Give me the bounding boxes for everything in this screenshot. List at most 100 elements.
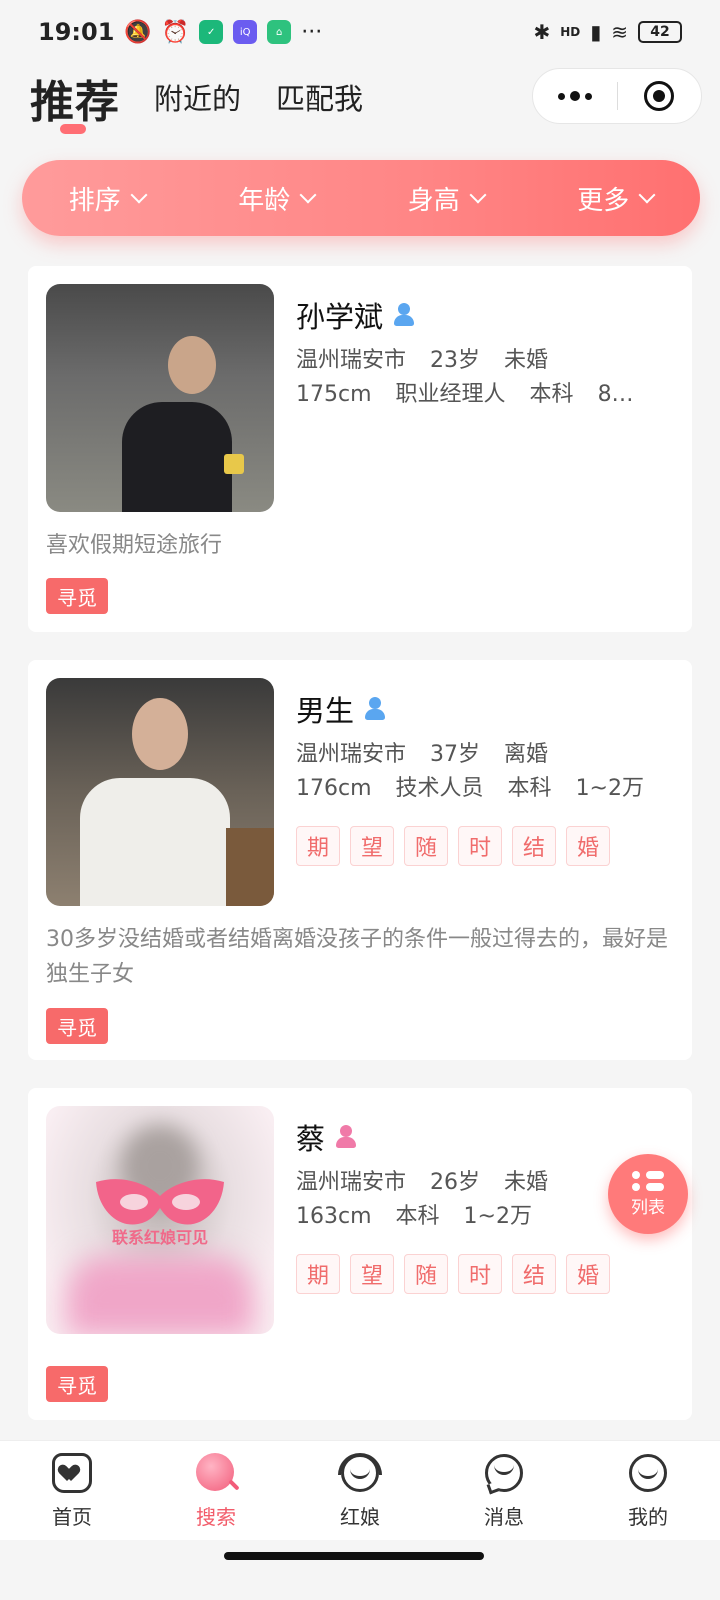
chevron-down-icon xyxy=(130,186,148,204)
tag-char: 时 xyxy=(458,826,502,866)
bottom-nav: 首页 搜索 红娘 消息 我的 xyxy=(0,1440,720,1540)
profile-job: 职业经理人 xyxy=(395,382,506,407)
profile-description: 30多岁没结婚或者结婚离婚没孩子的条件一般过得去的，最好是独生子女 xyxy=(46,927,668,987)
filter-age[interactable]: 年龄 xyxy=(238,180,317,217)
yellow-cup xyxy=(224,454,244,474)
profile-photo[interactable] xyxy=(46,678,274,906)
profile-city: 温州瑞安市 xyxy=(296,1170,407,1195)
tab-nearby[interactable]: 附近的 xyxy=(154,76,241,118)
nav-matchmaker[interactable]: 红娘 xyxy=(288,1441,432,1540)
filter-height[interactable]: 身高 xyxy=(408,180,487,217)
profile-education: 本科 xyxy=(529,382,574,407)
profile-basic-info: 温州瑞安市 26岁 未婚 xyxy=(296,1164,572,1196)
tag-char: 望 xyxy=(350,1254,394,1294)
nav-home[interactable]: 首页 xyxy=(0,1441,144,1540)
list-view-label: 列表 xyxy=(631,1197,665,1218)
active-tab-indicator xyxy=(60,124,86,134)
filter-sort[interactable]: 排序 xyxy=(69,180,148,217)
profile-detail-info: 163cm 本科 1~2万 xyxy=(296,1198,556,1230)
profile-photo-hidden[interactable]: 联系红娘可见 xyxy=(46,1106,274,1334)
seek-button[interactable]: 寻觅 xyxy=(46,1008,108,1044)
shield-app-icon: ✓ xyxy=(199,20,224,44)
matchmaker-headset-icon xyxy=(338,1451,382,1495)
tag-char: 婚 xyxy=(566,1254,610,1294)
profile-height: 175cm xyxy=(296,382,372,407)
home-heart-icon xyxy=(50,1451,94,1495)
tag-char: 随 xyxy=(404,1254,448,1294)
profile-detail-info: 175cm 职业经理人 本科 8… xyxy=(296,376,658,408)
mini-program-capsule xyxy=(532,68,702,124)
search-icon xyxy=(194,1451,240,1495)
nav-messages[interactable]: 消息 xyxy=(432,1441,576,1540)
more-notifications-icon: ··· xyxy=(301,19,323,45)
signal-icon: ▮ xyxy=(590,20,602,44)
mute-bell-icon: 🔕 xyxy=(124,19,152,45)
status-notification-icons: 🔕 ⏰ ✓ iQ ⌂ ··· xyxy=(124,20,322,45)
profile-name: 孙学斌 xyxy=(296,300,384,334)
male-user-icon xyxy=(393,303,415,327)
chevron-down-icon xyxy=(469,186,487,204)
profile-education: 本科 xyxy=(507,776,552,801)
close-target-button[interactable] xyxy=(618,69,702,123)
filter-age-label: 年龄 xyxy=(238,185,291,216)
tag-char: 期 xyxy=(296,826,340,866)
profile-card[interactable]: 联系红娘可见 蔡 温州瑞安市 26岁 未婚 163cm 本科 1~2万 期 望 随 时 … xyxy=(28,1088,692,1420)
profile-photo[interactable] xyxy=(46,284,274,512)
profile-city: 温州瑞安市 xyxy=(296,742,407,767)
more-dots-button[interactable] xyxy=(533,69,617,123)
seek-button[interactable]: 寻觅 xyxy=(46,578,108,614)
tag-char: 时 xyxy=(458,1254,502,1294)
profile-detail-info: 176cm 技术人员 本科 1~2万 xyxy=(296,770,668,802)
nav-search[interactable]: 搜索 xyxy=(144,1441,288,1540)
filter-more[interactable]: 更多 xyxy=(577,180,656,217)
bluetooth-icon: ✱ xyxy=(533,20,551,44)
tag-char: 随 xyxy=(404,826,448,866)
profile-name-row: 男生 xyxy=(296,688,386,730)
home-indicator[interactable] xyxy=(224,1552,484,1560)
photo-hidden-text: 联系红娘可见 xyxy=(111,1228,208,1247)
profile-marital: 未婚 xyxy=(504,1170,549,1195)
profile-basic-info: 温州瑞安市 23岁 未婚 xyxy=(296,342,572,374)
profile-marital: 离婚 xyxy=(504,742,549,767)
tab-recommend[interactable]: 推荐 xyxy=(30,66,120,130)
filter-more-label: 更多 xyxy=(577,185,630,216)
tab-match-me[interactable]: 匹配我 xyxy=(276,76,363,118)
profile-city: 温州瑞安市 xyxy=(296,348,407,373)
profile-income: 1~2万 xyxy=(463,1204,532,1229)
profile-education: 本科 xyxy=(395,1204,440,1229)
person-body xyxy=(80,778,230,906)
profile-height: 163cm xyxy=(296,1204,372,1229)
list-view-button[interactable]: 列表 xyxy=(608,1154,688,1234)
home-app-icon: ⌂ xyxy=(267,20,292,44)
message-bubble-icon xyxy=(482,1451,526,1495)
profile-basic-info: 温州瑞安市 37岁 离婚 xyxy=(296,736,572,768)
alarm-icon: ⏰ xyxy=(161,19,190,45)
person-head xyxy=(168,336,216,394)
nav-profile-label: 我的 xyxy=(628,1505,668,1529)
profile-age: 23岁 xyxy=(430,348,481,373)
profile-income: 1~2万 xyxy=(575,776,644,801)
expectation-tags: 期 望 随 时 结 婚 xyxy=(296,826,610,866)
expectation-tags: 期 望 随 时 结 婚 xyxy=(296,1254,610,1294)
profile-height: 176cm xyxy=(296,776,372,801)
profile-age: 37岁 xyxy=(430,742,481,767)
nav-search-label: 搜索 xyxy=(196,1505,236,1529)
nav-messages-label: 消息 xyxy=(484,1505,524,1529)
profile-card[interactable]: 孙学斌 温州瑞安市 23岁 未婚 175cm 职业经理人 本科 8… 喜欢假期短途旅行 寻… xyxy=(28,266,692,632)
status-time: 19:01 xyxy=(38,18,115,46)
profile-card[interactable]: 男生 温州瑞安市 37岁 离婚 176cm 技术人员 本科 1~2万 期 望 随 时 结 … xyxy=(28,660,692,1060)
iqiyi-app-icon: iQ xyxy=(233,20,258,44)
header: 推荐 附近的 匹配我 xyxy=(0,64,720,146)
person-body xyxy=(122,402,232,512)
seek-button[interactable]: 寻觅 xyxy=(46,1366,108,1402)
nav-matchmaker-label: 红娘 xyxy=(340,1505,380,1529)
profile-income: 8… xyxy=(597,382,634,407)
table xyxy=(226,828,274,906)
tag-char: 结 xyxy=(512,826,556,866)
chevron-down-icon xyxy=(299,186,317,204)
nav-profile[interactable]: 我的 xyxy=(576,1441,720,1540)
profile-name-row: 孙学斌 xyxy=(296,294,415,336)
wifi-icon: ≋ xyxy=(611,20,628,44)
close-target-icon xyxy=(644,81,675,111)
profile-description: 喜欢假期短途旅行 xyxy=(46,533,223,558)
